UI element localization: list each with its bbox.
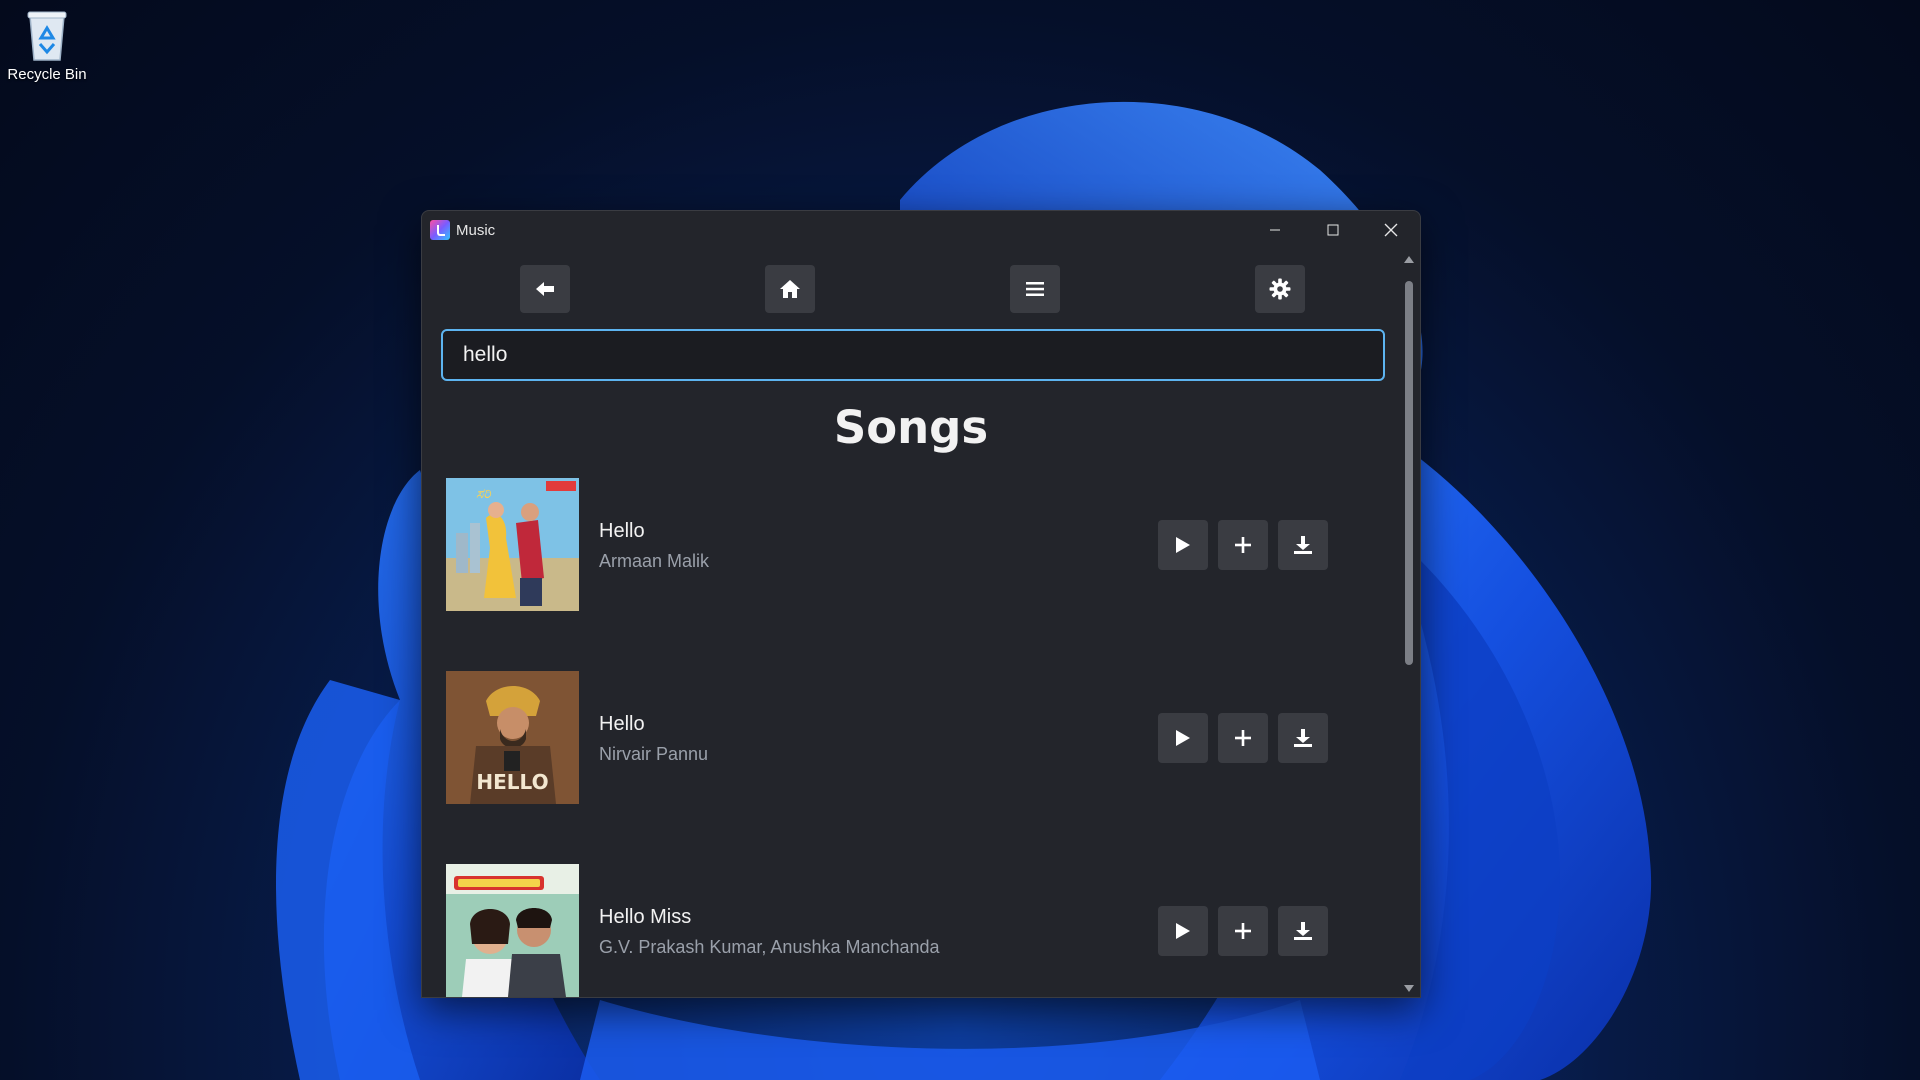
- plus-icon: [1235, 923, 1251, 939]
- song-row[interactable]: Hello Miss G.V. Prakash Kumar, Anushka M…: [446, 864, 1346, 997]
- minimize-icon: [1270, 229, 1280, 231]
- music-app-window: Music hello Songs ಸರಿ Hello Armaan Malik…: [421, 210, 1421, 998]
- search-box: [441, 329, 1385, 381]
- song-title: Hello: [599, 520, 645, 542]
- download-button[interactable]: [1278, 906, 1328, 956]
- home-icon: [780, 280, 800, 298]
- recycle-bin-label: Recycle Bin: [7, 66, 87, 83]
- song-artist: Armaan Malik: [599, 551, 710, 571]
- play-button[interactable]: [1158, 906, 1208, 956]
- main-content: Songs ಸರಿ Hello: [422, 249, 1400, 997]
- gear-icon: [1269, 278, 1291, 300]
- song-title: Hello: [599, 713, 645, 735]
- scrollbar-thumb[interactable]: [1405, 281, 1413, 665]
- minimize-button[interactable]: [1246, 211, 1304, 249]
- settings-button[interactable]: [1255, 265, 1305, 313]
- title-bar[interactable]: Music: [422, 211, 1420, 249]
- hamburger-menu-icon: [1026, 282, 1044, 296]
- plus-icon: [1235, 730, 1251, 746]
- song-actions: [1158, 520, 1328, 570]
- window-controls: [1246, 211, 1420, 249]
- download-icon: [1294, 922, 1312, 940]
- song-artist: Nirvair Pannu: [599, 744, 709, 764]
- album-art: HELLO: [446, 671, 579, 804]
- home-button[interactable]: [765, 265, 815, 313]
- play-icon: [1176, 537, 1190, 553]
- song-actions: [1158, 906, 1328, 956]
- navigation-toolbar: [422, 249, 1400, 315]
- close-icon: [1384, 223, 1398, 237]
- song-title: Hello Miss: [599, 906, 692, 928]
- search-input[interactable]: [441, 329, 1385, 381]
- song-artist: G.V. Prakash Kumar, Anushka Manchanda: [599, 937, 940, 957]
- svg-text:ಸರಿ: ಸರಿ: [476, 486, 491, 502]
- song-info: Hello Nirvair Pannu: [599, 713, 708, 765]
- scroll-up-arrow-icon[interactable]: [1403, 253, 1415, 265]
- add-to-playlist-button[interactable]: [1218, 713, 1268, 763]
- back-button[interactable]: [520, 265, 570, 313]
- song-info: Hello Miss G.V. Prakash Kumar, Anushka M…: [599, 906, 940, 958]
- recycle-bin-icon: [22, 6, 72, 62]
- music-app-icon: [430, 220, 450, 240]
- svg-text:HELLO: HELLO: [476, 770, 548, 794]
- download-icon: [1294, 729, 1312, 747]
- back-arrow-icon: [536, 282, 554, 296]
- add-to-playlist-button[interactable]: [1218, 520, 1268, 570]
- album-art: ಸರಿ: [446, 478, 579, 611]
- window-title: Music: [456, 221, 496, 239]
- play-button[interactable]: [1158, 520, 1208, 570]
- download-button[interactable]: [1278, 713, 1328, 763]
- song-row[interactable]: HELLO Hello Nirvair Pannu: [446, 671, 1346, 804]
- add-to-playlist-button[interactable]: [1218, 906, 1268, 956]
- download-icon: [1294, 536, 1312, 554]
- album-art: [446, 864, 579, 997]
- scroll-down-arrow-icon[interactable]: [1403, 983, 1415, 995]
- play-button[interactable]: [1158, 713, 1208, 763]
- play-icon: [1176, 923, 1190, 939]
- song-info: Hello Armaan Malik: [599, 520, 709, 572]
- maximize-icon: [1327, 224, 1339, 236]
- song-actions: [1158, 713, 1328, 763]
- recycle-bin-desktop-icon[interactable]: Recycle Bin: [2, 6, 92, 92]
- plus-icon: [1235, 537, 1251, 553]
- play-icon: [1176, 730, 1190, 746]
- download-button[interactable]: [1278, 520, 1328, 570]
- close-button[interactable]: [1362, 211, 1420, 249]
- vertical-scrollbar[interactable]: [1398, 249, 1420, 997]
- menu-button[interactable]: [1010, 265, 1060, 313]
- maximize-button[interactable]: [1304, 211, 1362, 249]
- section-title-songs: Songs: [833, 401, 989, 454]
- song-row[interactable]: ಸರಿ Hello Armaan Malik: [446, 478, 1346, 611]
